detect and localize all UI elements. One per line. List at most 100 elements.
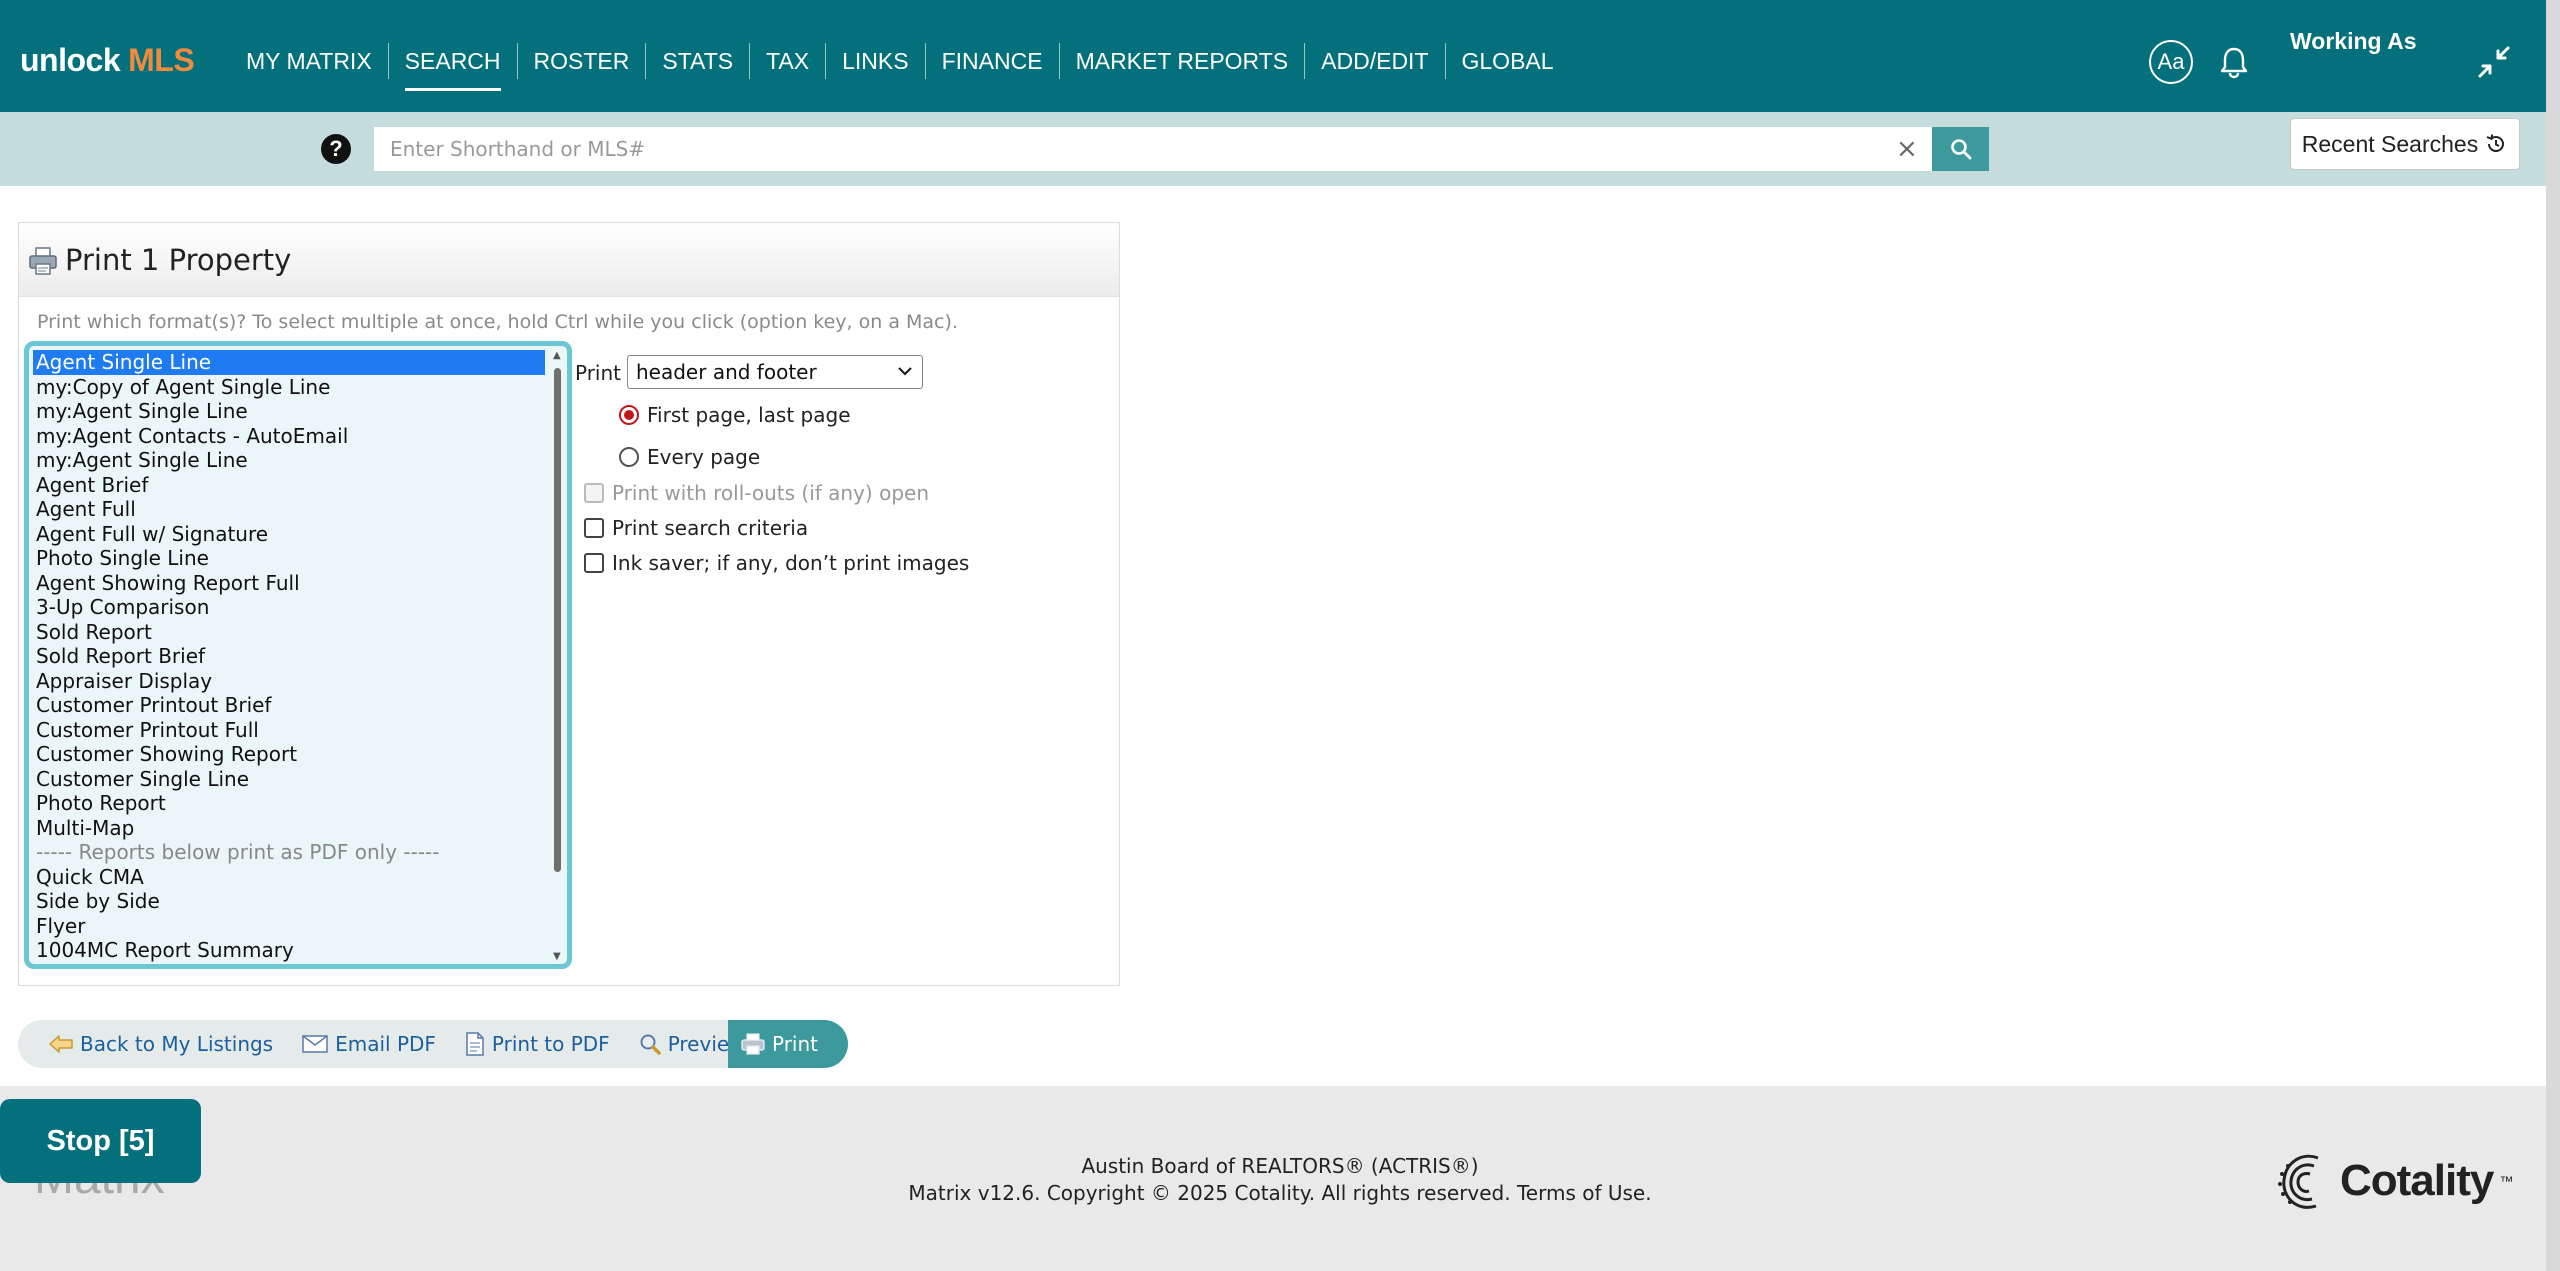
format-option[interactable]: Sold Report [33,620,545,645]
back-to-listings-label: Back to My Listings [80,1032,274,1056]
nav-item-market-reports[interactable]: MARKET REPORTS [1060,43,1306,79]
main-nav: MY MATRIX SEARCH ROSTER STATS TAX LINKS FINANC… [230,36,1570,91]
format-option[interactable]: Agent Showing Report Full [33,571,545,596]
recent-searches-label: Recent Searches [2301,130,2479,157]
format-option[interactable]: Customer Single Line [33,767,545,792]
format-option[interactable]: Photo Single Line [33,546,545,571]
nav-item-stats[interactable]: STATS [646,43,751,79]
terms-of-use-link[interactable]: Terms of Use. [1517,1181,1652,1205]
logo-text-unlock: unlock [20,42,121,78]
print-select-value: header and footer [636,360,817,384]
format-option[interactable]: Agent Full w/ Signature [33,522,545,547]
listbox-scrollbar[interactable]: ▲ ▼ [551,350,565,962]
radio-every-page[interactable]: Every page [619,445,760,469]
clear-search-icon[interactable]: × [1896,135,1918,163]
chevron-down-icon [896,356,914,397]
font-size-label: Aa [2157,49,2185,74]
nav-item-finance[interactable]: FINANCE [926,43,1060,79]
checkbox-ink-saver[interactable] [584,553,604,573]
nav-item-add-edit[interactable]: ADD/EDIT [1305,43,1446,79]
format-option[interactable]: Flyer [33,914,545,939]
option-search-criteria[interactable]: Print search criteria [584,516,808,540]
format-option[interactable]: Photo Report [33,791,545,816]
help-icon[interactable]: ? [321,134,351,164]
format-option[interactable]: Customer Printout Brief [33,693,545,718]
unlock-mls-logo[interactable]: unlock MLS [20,42,195,79]
scroll-thumb[interactable] [554,368,561,872]
print-header-footer-select[interactable]: header and footer [627,355,923,389]
format-options: Agent Single Line my:Copy of Agent Single… [33,350,545,963]
format-separator: ----- Reports below print as PDF only --… [36,840,440,864]
radio-first-last-label: First page, last page [647,403,851,427]
scroll-down-arrow-icon[interactable]: ▼ [553,951,561,962]
nav-item-roster[interactable]: ROSTER [518,43,647,79]
format-option[interactable]: Customer Printout Full [33,718,545,743]
format-option[interactable]: Agent Brief [33,473,545,498]
radio-first-last-control[interactable] [619,405,639,425]
format-option[interactable]: Appraiser Display [33,669,545,694]
format-option[interactable]: my:Agent Single Line [33,448,545,473]
radio-every-page-control[interactable] [619,447,639,467]
search-button[interactable] [1932,127,1989,171]
nav-item-my-matrix[interactable]: MY MATRIX [230,43,389,79]
format-option[interactable]: Customer Showing Report [33,742,545,767]
footer-copyright: Matrix v12.6. Copyright © 2025 Cotality.… [0,1181,2560,1205]
print-to-pdf-button[interactable]: Print to PDF [450,1020,624,1068]
nav-item-tax[interactable]: TAX [750,43,827,79]
logo-text-mls: MLS [128,42,195,78]
back-arrow-icon [49,1035,73,1053]
format-option[interactable]: my:Copy of Agent Single Line [33,375,545,400]
font-size-icon[interactable]: Aa [2149,40,2193,84]
cotality-trademark: ™ [2499,1173,2514,1189]
email-pdf-button[interactable]: Email PDF [287,1020,450,1068]
page-footer [0,1086,2560,1271]
back-to-listings-button[interactable]: Back to My Listings [18,1020,287,1068]
print-select-label: Print [575,361,622,385]
window-scrollbar-track[interactable] [2546,0,2560,1271]
footer-copyright-text: Matrix v12.6. Copyright © 2025 Cotality.… [908,1181,1511,1205]
radio-first-last-page[interactable]: First page, last page [619,403,851,427]
format-option[interactable]: Agent Single Line [33,350,545,375]
checkbox-search-criteria[interactable] [584,518,604,538]
cotality-logo: Cotality ™ [2274,1146,2513,1216]
option-ink-saver[interactable]: Ink saver; if any, don’t print images [584,551,969,575]
option-search-criteria-label: Print search criteria [612,516,809,540]
action-bar: Back to My Listings Email PDF Print to P… [18,1020,848,1068]
format-option[interactable]: Agent Full [33,497,545,522]
format-option[interactable]: 3-Up Comparison [33,595,545,620]
format-instructions: Print which format(s)? To select multipl… [37,311,958,333]
scroll-up-arrow-icon[interactable]: ▲ [553,350,561,361]
option-ink-saver-label: Ink saver; if any, don’t print images [612,551,970,575]
email-icon [302,1035,328,1053]
format-option[interactable]: Side by Side [33,889,545,914]
format-option[interactable]: Multi-Map [33,816,545,841]
nav-item-global[interactable]: GLOBAL [1446,43,1570,79]
bell-icon[interactable] [2214,42,2254,82]
top-navigation-bar: unlock MLS MY MATRIX SEARCH ROSTER STATS TAX L… [0,0,2560,112]
working-as-label[interactable]: Working As [2290,28,2417,55]
format-listbox[interactable]: Agent Single Line my:Copy of Agent Single… [24,341,572,969]
format-option[interactable]: Quick CMA [33,865,545,890]
format-option[interactable]: my:Agent Contacts - AutoEmail [33,424,545,449]
shorthand-search-input[interactable] [374,127,1932,171]
print-label: Print [771,1032,818,1056]
format-option[interactable]: 1004MC Report Summary [33,938,545,963]
format-option[interactable]: Sold Report Brief [33,644,545,669]
print-panel: Print 1 Property Print which format(s)? … [18,222,1120,986]
printer-icon [27,245,59,277]
nav-item-search[interactable]: SEARCH [389,43,518,91]
history-icon [2486,134,2505,152]
printer-icon [741,1033,765,1055]
option-rollouts: Print with roll-outs (if any) open [584,481,929,505]
recent-searches-button[interactable]: Recent Searches [2290,118,2520,170]
cotality-mark-icon [2278,1154,2319,1209]
collapse-icon[interactable] [2476,44,2512,80]
radio-every-page-label: Every page [647,445,761,469]
footer-board-name: Austin Board of REALTORS® (ACTRIS®) [1081,1154,1479,1178]
option-rollouts-label: Print with roll-outs (if any) open [612,481,930,505]
nav-item-links[interactable]: LINKS [826,43,926,79]
panel-header: Print 1 Property [19,223,1119,297]
print-button[interactable]: Print [727,1020,848,1068]
magnifier-icon [640,1034,661,1055]
format-option[interactable]: my:Agent Single Line [33,399,545,424]
